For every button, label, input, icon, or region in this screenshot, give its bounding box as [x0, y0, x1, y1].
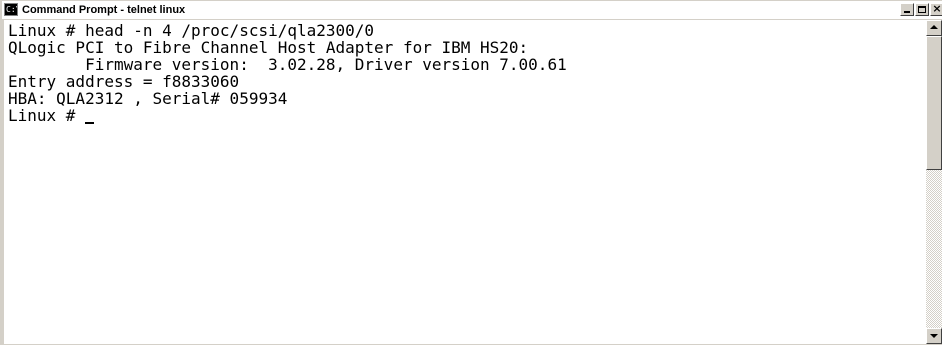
vertical-scrollbar[interactable]: [926, 20, 942, 344]
window-title: Command Prompt - telnet linux: [22, 4, 186, 16]
close-button[interactable]: ×: [930, 3, 942, 16]
maximize-button[interactable]: [915, 3, 929, 16]
console-prompt: Linux #: [8, 106, 86, 125]
minimize-button[interactable]: [900, 3, 914, 16]
console-line: HBA: QLA2312 , Serial# 059934: [8, 89, 288, 108]
console-line: Linux # head -n 4 /proc/scsi/qla2300/0: [8, 21, 375, 40]
console-line: Entry address = f8833060: [8, 72, 240, 91]
scroll-up-button[interactable]: [926, 20, 942, 36]
cmd-icon[interactable]: C:\: [4, 3, 18, 16]
scroll-down-button[interactable]: [926, 328, 942, 344]
text-cursor: [85, 122, 95, 124]
caption-buttons: ×: [899, 3, 942, 17]
command-prompt-window: C:\ Command Prompt - telnet linux × Linu…: [0, 0, 942, 345]
console-prompt-line: Linux #: [8, 107, 926, 124]
title-bar[interactable]: C:\ Command Prompt - telnet linux ×: [2, 1, 942, 19]
scrollbar-thumb[interactable]: [926, 36, 942, 170]
console-line: QLogic PCI to Fibre Channel Host Adapter…: [8, 38, 529, 57]
console-line: Firmware version: 3.02.28, Driver versio…: [8, 55, 567, 74]
console-output[interactable]: Linux # head -n 4 /proc/scsi/qla2300/0 Q…: [4, 20, 926, 344]
